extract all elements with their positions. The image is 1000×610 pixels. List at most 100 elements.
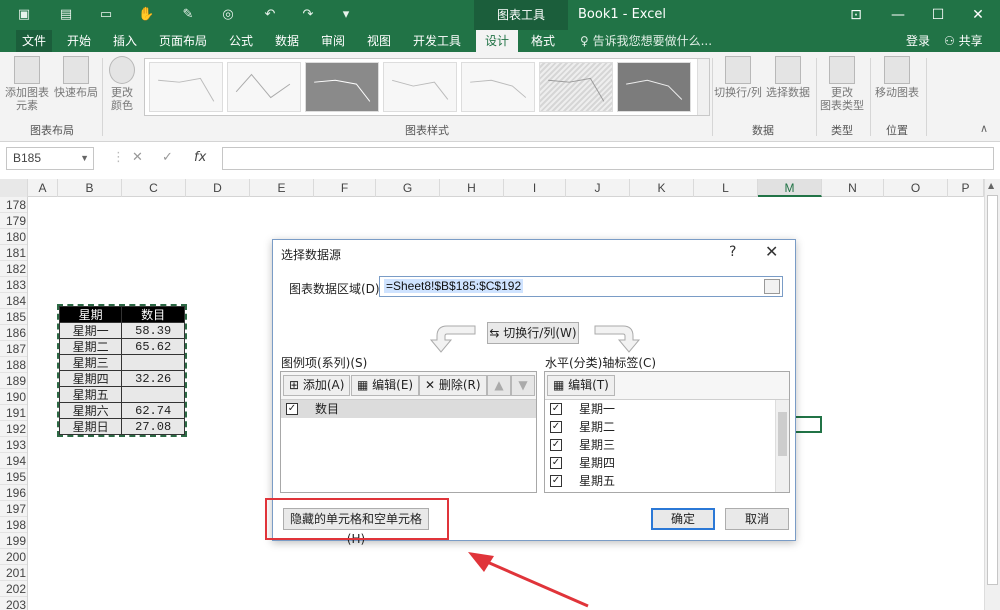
chart-style-3[interactable]	[305, 62, 379, 112]
chevron-down-icon[interactable]: ▼	[80, 148, 89, 169]
list-item-category[interactable]: ✓ 星期四	[545, 454, 775, 472]
undo-icon[interactable]: ↶	[262, 7, 278, 23]
row-header[interactable]: 187	[0, 341, 27, 357]
chart-style-6[interactable]	[539, 62, 613, 112]
touch-mode-icon[interactable]: ✋	[138, 7, 154, 23]
axis-list-scrollbar[interactable]	[775, 400, 789, 492]
collapse-dialog-icon[interactable]	[764, 279, 780, 294]
list-item-category[interactable]: ✓ 星期三	[545, 436, 775, 454]
row-header[interactable]: 189	[0, 373, 27, 389]
column-header[interactable]: L	[694, 179, 758, 197]
column-header[interactable]: J	[566, 179, 630, 197]
table-cell[interactable]: 65.62	[121, 338, 185, 355]
ribbon-display-icon[interactable]: ⊡	[836, 0, 876, 30]
help-button[interactable]: ?	[729, 244, 736, 260]
login-link[interactable]: 登录	[906, 30, 930, 52]
column-header[interactable]: C	[122, 179, 186, 197]
switch-row-column-ribbon-button[interactable]: 切换行/列	[714, 56, 762, 99]
row-header[interactable]: 180	[0, 229, 27, 245]
tab-insert[interactable]: 插入	[104, 30, 146, 52]
row-header[interactable]: 179	[0, 213, 27, 229]
column-header[interactable]: B	[58, 179, 122, 197]
row-header[interactable]: 200	[0, 549, 27, 565]
scrollbar-thumb[interactable]	[987, 195, 998, 585]
change-colors-button[interactable]: 更改 颜色	[104, 56, 140, 112]
insert-function-icon[interactable]: fx	[194, 150, 206, 165]
chart-style-7[interactable]	[617, 62, 691, 112]
row-header[interactable]: 199	[0, 533, 27, 549]
checkbox[interactable]: ✓	[550, 421, 562, 433]
checkbox[interactable]: ✓	[286, 403, 298, 415]
collapse-ribbon-icon[interactable]: ∧	[980, 122, 988, 135]
dialog-close-button[interactable]: ✕	[765, 242, 778, 261]
tab-format[interactable]: 格式	[522, 30, 564, 52]
table-cell[interactable]: 星期六	[58, 402, 123, 419]
chart-data-range-input[interactable]: =Sheet8!$B$185:$C$192	[379, 276, 783, 297]
edit-series-button[interactable]: ▦ 编辑(E)	[351, 375, 420, 396]
row-header[interactable]: 191	[0, 405, 27, 421]
checkbox[interactable]: ✓	[550, 439, 562, 451]
table-cell[interactable]	[121, 386, 185, 403]
tab-design[interactable]: 设计	[476, 30, 518, 52]
row-header[interactable]: 197	[0, 501, 27, 517]
list-item-series[interactable]: ✓ 数目	[281, 400, 536, 418]
row-header[interactable]: 184	[0, 293, 27, 309]
name-box[interactable]: B185 ▼	[6, 147, 94, 170]
table-cell[interactable]: 58.39	[121, 322, 185, 339]
tab-review[interactable]: 审阅	[312, 30, 354, 52]
checkbox[interactable]: ✓	[550, 475, 562, 487]
select-all-corner[interactable]	[0, 179, 28, 197]
column-header[interactable]: K	[630, 179, 694, 197]
chart-style-1[interactable]	[149, 62, 223, 112]
customize-qat-icon[interactable]: ▾	[338, 7, 354, 23]
add-series-button[interactable]: ⊞ 添加(A)	[283, 375, 351, 396]
column-header[interactable]: O	[884, 179, 948, 197]
row-header[interactable]: 196	[0, 485, 27, 501]
change-chart-type-button[interactable]: 更改 图表类型	[818, 56, 866, 112]
new-sheet-icon[interactable]: ▭	[98, 7, 114, 23]
tab-view[interactable]: 视图	[358, 30, 400, 52]
row-header[interactable]: 190	[0, 389, 27, 405]
redo-icon[interactable]: ↷	[300, 7, 316, 23]
save-icon[interactable]: ▣	[16, 7, 32, 23]
row-header[interactable]: 182	[0, 261, 27, 277]
confirm-entry-icon[interactable]: ✓	[162, 150, 173, 165]
table-cell[interactable]: 星期五	[58, 386, 123, 403]
row-header[interactable]: 201	[0, 565, 27, 581]
row-header[interactable]: 183	[0, 277, 27, 293]
move-down-button[interactable]: ▼	[511, 375, 535, 396]
tab-data[interactable]: 数据	[266, 30, 308, 52]
row-header[interactable]: 194	[0, 453, 27, 469]
chart-styles-gallery[interactable]	[144, 58, 710, 116]
table-cell[interactable]: 27.08	[121, 418, 185, 435]
row-header[interactable]: 193	[0, 437, 27, 453]
column-header-selected[interactable]: M	[758, 179, 822, 197]
table-cell[interactable]: 星期三	[58, 354, 123, 371]
row-header[interactable]: 195	[0, 469, 27, 485]
column-header[interactable]: I	[504, 179, 566, 197]
switch-row-column-button[interactable]: ⇆ 切换行/列(W)	[487, 322, 579, 344]
close-window-button[interactable]: ✕	[958, 0, 998, 30]
tab-page-layout[interactable]: 页面布局	[150, 30, 216, 52]
cancel-button[interactable]: 取消	[725, 508, 789, 530]
checkbox[interactable]: ✓	[550, 457, 562, 469]
tab-developer[interactable]: 开发工具	[404, 30, 470, 52]
checkbox[interactable]: ✓	[550, 403, 562, 415]
list-item-category[interactable]: ✓ 星期五	[545, 472, 775, 490]
table-cell[interactable]: 62.74	[121, 402, 185, 419]
row-header[interactable]: 198	[0, 517, 27, 533]
row-header[interactable]: 178	[0, 197, 27, 213]
table-cell[interactable]: 星期四	[58, 370, 123, 387]
row-header[interactable]: 188	[0, 357, 27, 373]
column-header[interactable]: P	[948, 179, 984, 197]
formula-input[interactable]	[222, 147, 994, 170]
move-chart-button[interactable]: 移动图表	[872, 56, 922, 99]
ok-button[interactable]: 确定	[651, 508, 715, 530]
move-up-button[interactable]: ▲	[487, 375, 511, 396]
row-header[interactable]: 192	[0, 421, 27, 437]
add-chart-element-button[interactable]: 添加图表 元素	[4, 56, 50, 112]
table-cell[interactable]: 星期二	[58, 338, 123, 355]
table-cell[interactable]: 星期日	[58, 418, 123, 435]
edit-axis-labels-button[interactable]: ▦ 编辑(T)	[547, 375, 615, 396]
scroll-up-icon[interactable]: ▲	[988, 181, 994, 190]
